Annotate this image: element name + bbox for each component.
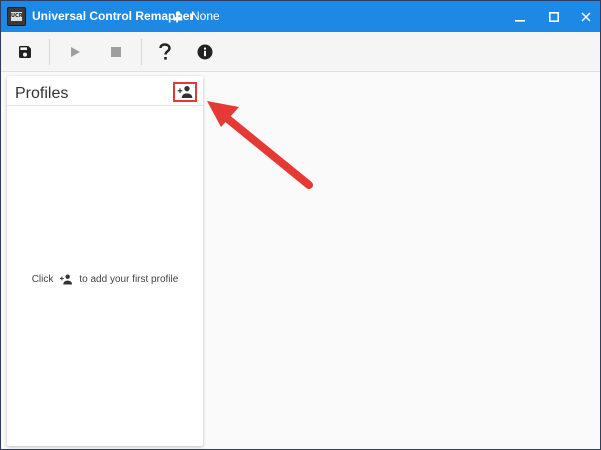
start-button[interactable]	[61, 38, 89, 66]
help-button[interactable]	[151, 38, 179, 66]
stop-button[interactable]	[102, 38, 130, 66]
minimize-button[interactable]	[503, 1, 537, 32]
toolbar-separator	[49, 39, 50, 65]
panel-divider	[7, 105, 203, 106]
close-button[interactable]	[569, 1, 600, 32]
user-icon	[173, 11, 183, 21]
save-icon	[19, 46, 31, 58]
hint-text-after: to add your first profile	[79, 274, 179, 285]
empty-profiles-hint: Click to add your first profile	[7, 274, 203, 285]
add-user-icon	[177, 86, 193, 98]
close-icon	[581, 11, 591, 22]
maximize-button[interactable]	[537, 1, 571, 32]
toolbar	[1, 32, 600, 72]
save-button[interactable]	[11, 38, 39, 66]
help-icon	[159, 43, 171, 60]
minimize-icon	[515, 19, 525, 22]
info-button[interactable]	[191, 38, 219, 66]
info-icon	[197, 44, 213, 60]
window-title: Universal Control Remapper	[32, 9, 195, 23]
app-window: UCR Universal Control Remapper None Prof…	[0, 0, 601, 450]
profiles-title: Profiles	[15, 85, 69, 102]
maximize-icon	[549, 11, 559, 22]
app-logo-icon: UCR	[7, 7, 26, 26]
toolbar-separator	[141, 39, 142, 65]
stop-icon	[111, 47, 121, 57]
annotation-arrow-icon	[207, 101, 313, 189]
app-logo-text: UCR	[11, 12, 23, 21]
add-profile-button[interactable]	[173, 82, 197, 102]
play-icon	[71, 47, 80, 57]
hint-text-before: Click	[31, 274, 54, 285]
title-bar: UCR Universal Control Remapper None	[1, 1, 600, 32]
active-profile-name: None	[191, 9, 220, 23]
add-user-icon	[59, 274, 73, 285]
profiles-panel: Profiles Click to add your first profile	[7, 76, 203, 446]
